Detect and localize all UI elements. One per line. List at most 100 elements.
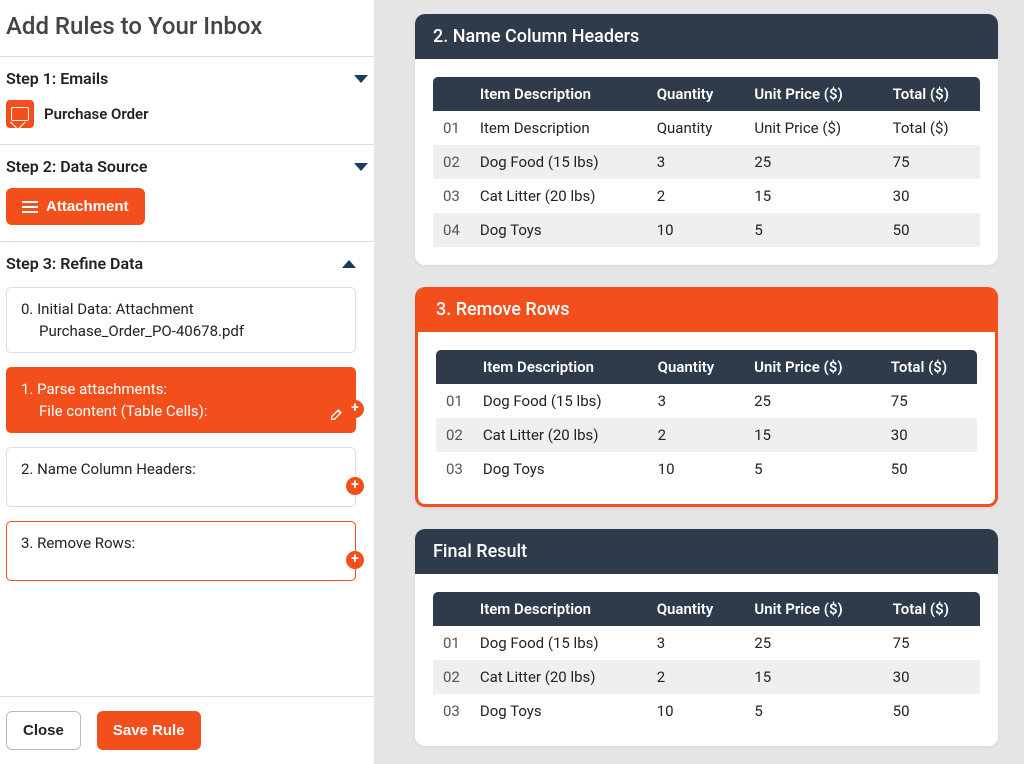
- refine-item-name-columns[interactable]: 2. Name Column Headers:: [6, 447, 356, 507]
- refine-item-line1: 3. Remove Rows:: [21, 534, 341, 552]
- add-step-button[interactable]: +: [346, 477, 364, 495]
- table-row: 04Dog Toys10550: [433, 213, 980, 247]
- table-row: 03Cat Litter (20 lbs)21530: [433, 179, 980, 213]
- table-cell: 2: [647, 179, 745, 213]
- sidebar: Add Rules to Your Inbox Step 1: Emails P…: [0, 0, 375, 764]
- table-cell: 5: [744, 694, 882, 728]
- step3-title: Step 3: Refine Data: [6, 254, 143, 273]
- table-row: 03Dog Toys10550: [433, 694, 980, 728]
- table-cell: 02: [436, 418, 473, 452]
- table-row: 01Dog Food (15 lbs)32575: [436, 384, 977, 418]
- refine-item-line1: 0. Initial Data: Attachment: [21, 300, 341, 318]
- table-cell: 03: [433, 179, 470, 213]
- table-row: 02Cat Litter (20 lbs)21530: [433, 660, 980, 694]
- save-rule-button[interactable]: Save Rule: [97, 711, 201, 750]
- step3-section: Step 3: Refine Data 0. Initial Data: Att…: [0, 241, 374, 597]
- table-cell: 15: [744, 660, 882, 694]
- table-cell: 2: [648, 418, 744, 452]
- table-cell: 15: [744, 179, 882, 213]
- table-row: 01Item DescriptionQuantityUnit Price ($)…: [433, 111, 980, 145]
- th: Unit Price ($): [744, 77, 882, 111]
- th: Unit Price ($): [744, 592, 882, 626]
- table-cell: 10: [647, 213, 745, 247]
- refine-item-parse-attachments[interactable]: 1. Parse attachments: File content (Tabl…: [6, 367, 356, 433]
- table-cell: Cat Litter (20 lbs): [470, 660, 647, 694]
- table-cell: 03: [433, 694, 470, 728]
- add-step-button[interactable]: +: [346, 400, 364, 418]
- card-title: 2. Name Column Headers: [415, 14, 998, 59]
- refine-item-line1: 2. Name Column Headers:: [21, 460, 341, 478]
- add-step-button[interactable]: +: [346, 551, 364, 569]
- table-cell: 30: [883, 660, 980, 694]
- th: [433, 77, 470, 111]
- table-cell: Dog Toys: [470, 213, 647, 247]
- card-name-column-headers: 2. Name Column Headers Item Description …: [415, 14, 998, 265]
- chevron-down-icon: [354, 75, 368, 83]
- table-row: 02Cat Litter (20 lbs)21530: [436, 418, 977, 452]
- table-cell: 10: [648, 452, 744, 486]
- table-cell: 10: [647, 694, 745, 728]
- sidebar-footer: Close Save Rule: [0, 696, 374, 764]
- table-remove-rows: Item Description Quantity Unit Price ($)…: [436, 350, 977, 486]
- close-button[interactable]: Close: [6, 711, 81, 750]
- step1-title: Step 1: Emails: [6, 69, 108, 88]
- attachment-button[interactable]: Attachment: [6, 188, 145, 225]
- edit-icon[interactable]: [329, 406, 345, 422]
- step3-header[interactable]: Step 3: Refine Data: [6, 254, 356, 273]
- th: Item Description: [470, 77, 647, 111]
- table-cell: 25: [744, 384, 881, 418]
- table-cell: Item Description: [470, 111, 647, 145]
- refine-item-initial-data[interactable]: 0. Initial Data: Attachment Purchase_Ord…: [6, 287, 356, 353]
- table-cell: 02: [433, 145, 470, 179]
- table-row: 03Dog Toys10550: [436, 452, 977, 486]
- mail-icon: [6, 100, 34, 128]
- step1-section: Step 1: Emails Purchase Order: [0, 56, 374, 144]
- th: Quantity: [648, 350, 744, 384]
- attachment-button-label: Attachment: [46, 198, 129, 215]
- table-cell: 75: [883, 626, 980, 660]
- table-cell: Unit Price ($): [744, 111, 882, 145]
- step1-header[interactable]: Step 1: Emails: [6, 69, 368, 88]
- table-final-result: Item Description Quantity Unit Price ($)…: [433, 592, 980, 728]
- refine-item-remove-rows[interactable]: 3. Remove Rows:: [6, 521, 356, 581]
- table-cell: 50: [883, 694, 980, 728]
- table-cell: 5: [744, 452, 881, 486]
- table-cell: 75: [881, 384, 977, 418]
- th: Quantity: [647, 77, 745, 111]
- table-cell: Cat Litter (20 lbs): [473, 418, 648, 452]
- step2-title: Step 2: Data Source: [6, 157, 147, 176]
- table-cell: 25: [744, 626, 882, 660]
- table-cell: Dog Toys: [473, 452, 648, 486]
- table-cell: 25: [744, 145, 882, 179]
- card-title: Final Result: [415, 529, 998, 574]
- table-cell: 30: [881, 418, 977, 452]
- table-cell: 3: [648, 384, 744, 418]
- card-remove-rows: 3. Remove Rows Item Description Quantity…: [415, 287, 998, 507]
- table-cell: 02: [433, 660, 470, 694]
- table-cell: Dog Food (15 lbs): [470, 626, 647, 660]
- th: Total ($): [881, 350, 977, 384]
- step1-item-label: Purchase Order: [44, 105, 149, 123]
- table-cell: 75: [883, 145, 980, 179]
- table-name-column-headers: Item Description Quantity Unit Price ($)…: [433, 77, 980, 247]
- table-cell: Total ($): [883, 111, 980, 145]
- step1-item[interactable]: Purchase Order: [6, 100, 368, 128]
- table-cell: 04: [433, 213, 470, 247]
- table-cell: 2: [647, 660, 745, 694]
- refine-item-line2: Purchase_Order_PO-40678.pdf: [21, 322, 341, 340]
- refine-list: 0. Initial Data: Attachment Purchase_Ord…: [6, 287, 356, 581]
- list-icon: [22, 201, 38, 213]
- th: Item Description: [473, 350, 648, 384]
- table-cell: Dog Toys: [470, 694, 647, 728]
- card-final-result: Final Result Item Description Quantity U…: [415, 529, 998, 746]
- main-content: 2. Name Column Headers Item Description …: [375, 0, 1024, 764]
- step2-header[interactable]: Step 2: Data Source: [6, 157, 368, 176]
- th: [436, 350, 473, 384]
- table-cell: 5: [744, 213, 882, 247]
- chevron-up-icon: [342, 260, 356, 268]
- page-title: Add Rules to Your Inbox: [0, 0, 374, 56]
- chevron-down-icon: [354, 163, 368, 171]
- table-cell: 3: [647, 626, 745, 660]
- th: Item Description: [470, 592, 647, 626]
- table-cell: 01: [433, 626, 470, 660]
